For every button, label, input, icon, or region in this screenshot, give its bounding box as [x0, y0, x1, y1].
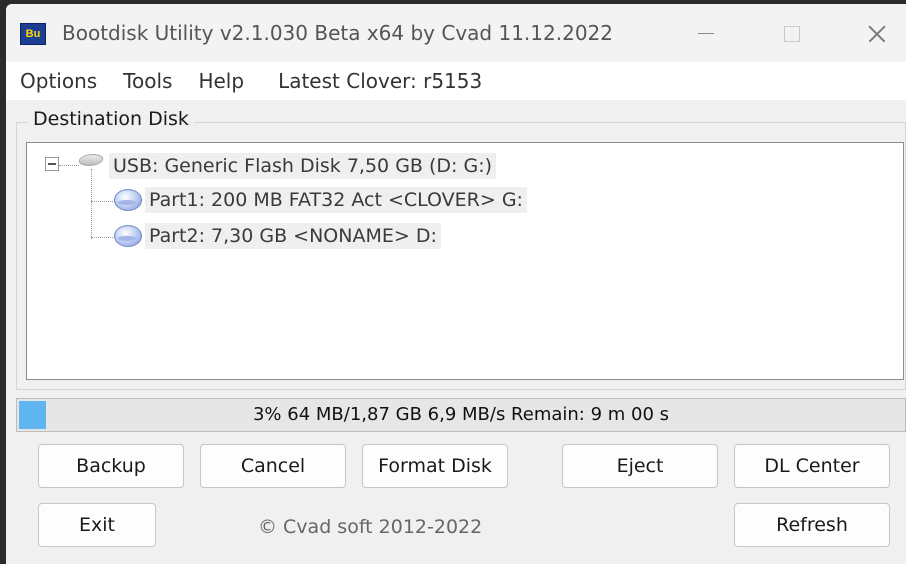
- menu-bar: Options Tools Help Latest Clover: r5153: [6, 62, 906, 100]
- tree-connector: [91, 169, 92, 239]
- title-bar[interactable]: Bu Bootdisk Utility v2.1.030 Beta x64 by…: [6, 4, 906, 62]
- disk-tree-view[interactable]: USB: Generic Flash Disk 7,50 GB (D: G:) …: [26, 142, 904, 380]
- menu-tools[interactable]: Tools: [123, 69, 172, 93]
- maximize-icon[interactable]: [768, 14, 814, 54]
- menu-help[interactable]: Help: [198, 69, 244, 93]
- exit-button[interactable]: Exit: [38, 503, 156, 547]
- progress-bar: 3% 64 MB/1,87 GB 6,9 MB/s Remain: 9 m 00…: [16, 398, 906, 432]
- minimize-icon[interactable]: [682, 14, 728, 54]
- usb-disk-label: USB: Generic Flash Disk 7,50 GB (D: G:): [109, 153, 497, 179]
- tree-connector: [91, 201, 115, 202]
- dl-center-button[interactable]: DL Center: [734, 444, 890, 488]
- app-window: Bu Bootdisk Utility v2.1.030 Beta x64 by…: [6, 4, 906, 564]
- part2-label: Part2: 7,30 GB <NONAME> D:: [145, 223, 441, 249]
- usb-drive-icon: [77, 151, 105, 169]
- partition-disk-icon: [113, 221, 143, 247]
- tree-item-part1[interactable]: Part1: 200 MB FAT32 Act <CLOVER> G:: [145, 185, 527, 215]
- app-logo-icon: Bu: [20, 23, 46, 45]
- progress-status-text: 3% 64 MB/1,87 GB 6,9 MB/s Remain: 9 m 00…: [252, 404, 670, 425]
- copyright-text: © Cvad soft 2012-2022: [258, 516, 483, 538]
- menu-options[interactable]: Options: [20, 69, 97, 93]
- tree-item-usb-disk[interactable]: USB: Generic Flash Disk 7,50 GB (D: G:): [109, 151, 497, 181]
- eject-button[interactable]: Eject: [562, 444, 718, 488]
- format-disk-button[interactable]: Format Disk: [362, 444, 508, 488]
- part1-label: Part1: 200 MB FAT32 Act <CLOVER> G:: [145, 187, 527, 213]
- collapse-toggle-icon[interactable]: [45, 157, 59, 171]
- tree-item-part2[interactable]: Part2: 7,30 GB <NONAME> D:: [145, 221, 441, 251]
- backup-button[interactable]: Backup: [38, 444, 184, 488]
- window-title: Bootdisk Utility v2.1.030 Beta x64 by Cv…: [62, 21, 613, 45]
- refresh-button[interactable]: Refresh: [734, 503, 890, 547]
- cancel-button[interactable]: Cancel: [200, 444, 346, 488]
- tree-connector: [91, 237, 115, 238]
- partition-disk-icon: [113, 185, 143, 211]
- tree-connector: [59, 165, 79, 166]
- close-icon[interactable]: [856, 14, 902, 54]
- destination-disk-title: Destination Disk: [28, 108, 194, 130]
- latest-clover-label[interactable]: Latest Clover: r5153: [278, 69, 482, 93]
